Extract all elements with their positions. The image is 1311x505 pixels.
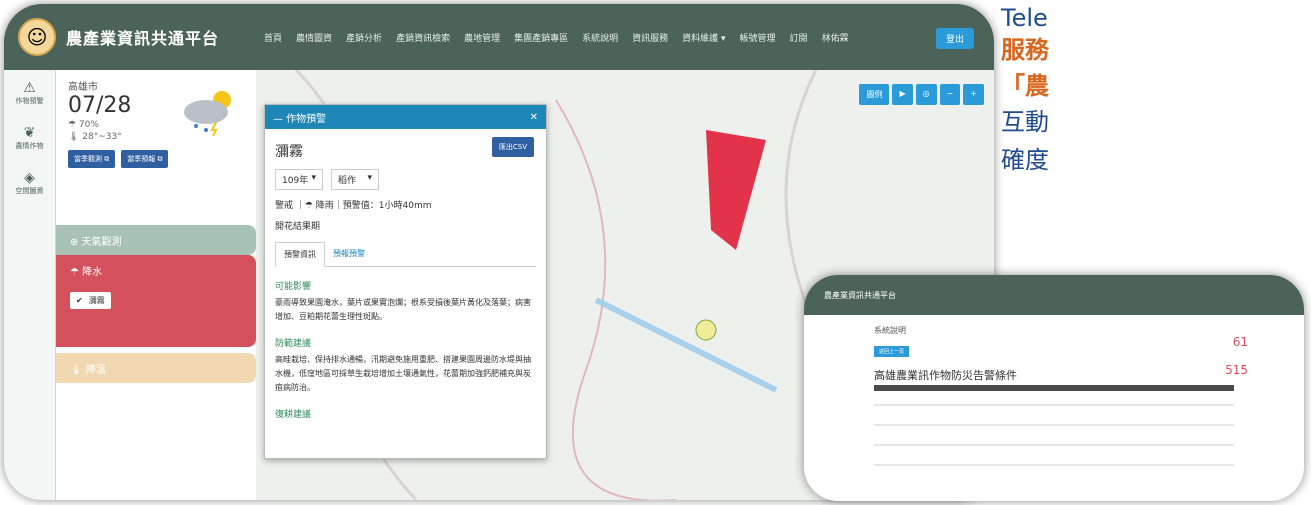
headline-line4: 互動 <box>1001 108 1049 136</box>
back-button[interactable]: 返回上一頁 <box>874 346 910 357</box>
left-sidebar: ⚠ 作物預警 ❦ 農情作物 ◈ 空間圖資 <box>4 70 56 500</box>
play-button[interactable]: ▶ <box>892 84 913 105</box>
app-title[interactable]: 農產業資訊共通平台 <box>66 25 219 49</box>
chevron-down-icon: ▾ <box>367 173 372 183</box>
warning-icon: ⚠ <box>23 79 36 96</box>
secondary-screenshot: 農產業資訊共通平台 系統說明 返回上一頁 高雄農業訊作物防災告警條件 61 51… <box>804 275 1304 501</box>
popup-tabs: 預警資訊 預報預警 <box>275 242 536 267</box>
popup-header: — 作物預警 ✕ <box>265 105 546 129</box>
recover-title: 復耕建議 <box>275 410 312 420</box>
crop-icon: ❦ <box>23 124 36 141</box>
document-table-preview <box>874 385 1234 466</box>
accordion-observe[interactable]: ⊕ 天氣觀測 <box>56 225 256 255</box>
weather-panel: 高雄市 07/28 ☂ 70% 🌡 28°~33° 當季觀測 ⧉ 當季預報 ⧉ … <box>56 70 256 500</box>
zoom-in-button[interactable]: + <box>963 84 984 105</box>
accordion-rain[interactable]: ☂ 降水 ✔ 瀰霧 <box>56 255 256 347</box>
stat-number-2: 515 <box>1225 363 1248 377</box>
nav-subscribe[interactable]: 訂閱 <box>783 31 815 44</box>
tab-warning-info[interactable]: 預警資訊 <box>275 242 325 267</box>
nav-help[interactable]: 系統說明 <box>575 31 625 44</box>
year-value: 109年 <box>282 176 309 186</box>
zoom-out-button[interactable]: − <box>939 84 961 105</box>
impact-title: 可能影響 <box>275 282 312 292</box>
headline-line5: 確度 <box>1001 146 1049 174</box>
headline-line1: Tele <box>1001 4 1048 32</box>
sidebar-item-label: 農情作物 <box>15 141 44 150</box>
forecast-button[interactable]: 當季預報 ⧉ <box>121 150 169 168</box>
headline-text: Tele 服務 「農 互動 確度 <box>998 0 1311 240</box>
prevent-text: 高畦栽培、保持排水通暢，汛期避免施用重肥、搭建果園周邊防水堤與抽水機，低窪地區可… <box>275 355 531 392</box>
sidebar-item-label: 作物預警 <box>15 96 44 105</box>
top-navbar: ☺ 農產業資訊共通平台 首頁 農情圖資 產銷分析 產銷資訊檢索 農地管理 集團產… <box>4 4 994 70</box>
sidebar-item-warning[interactable]: ⚠ 作物預警 <box>4 70 55 115</box>
nav-home[interactable]: 首頁 <box>257 31 289 44</box>
layers-icon: ◈ <box>24 169 35 186</box>
popup-header-title: — 作物預警 <box>273 113 327 125</box>
headline-line2: 服務 <box>1001 36 1049 64</box>
crop-warning-popup: — 作物預警 ✕ 匯出CSV 瀰霧 109年 ▾ 稻作 ▾ 警戒 ｜☂ 降雨｜預警值… <box>264 104 547 459</box>
rain-item-checkbox[interactable]: ✔ 瀰霧 <box>70 292 111 309</box>
cloud-sun-rain-icon <box>184 91 231 136</box>
sidebar-item-crop[interactable]: ❦ 農情作物 <box>4 115 55 160</box>
nav-search[interactable]: 產銷資訊檢索 <box>389 31 457 44</box>
sidebar-item-label: 空間圖資 <box>15 186 44 195</box>
year-select[interactable]: 109年 ▾ <box>275 169 323 190</box>
warning-condition: 警戒 ｜☂ 降雨｜預警值：1小時40mm <box>275 201 432 211</box>
stat-number-1: 61 <box>1232 335 1248 349</box>
close-icon[interactable]: ✕ <box>530 112 538 123</box>
observe-button[interactable]: 當季觀測 ⧉ <box>68 150 116 168</box>
logout-button[interactable]: 登出 <box>935 28 974 49</box>
nav-service[interactable]: 資訊服務 <box>625 31 675 44</box>
nav-land[interactable]: 農地管理 <box>457 31 507 44</box>
sidebar-item-layers[interactable]: ◈ 空間圖資 <box>4 160 55 205</box>
locate-button[interactable]: ◎ <box>915 84 937 105</box>
nav-user[interactable]: 林佑霖 <box>815 31 856 44</box>
rain-item-label: 瀰霧 <box>88 296 105 305</box>
main-nav: 首頁 農情圖資 產銷分析 產銷資訊檢索 農地管理 集團產銷專區 系統說明 資訊服… <box>257 31 856 44</box>
accordion-temp[interactable]: 🌡 降溫 <box>56 353 256 383</box>
nav-analysis[interactable]: 產銷分析 <box>339 31 389 44</box>
tab-forecast-warning[interactable]: 預報預警 <box>325 242 373 266</box>
nav-group[interactable]: 集團產銷專區 <box>507 31 575 44</box>
popup-body: 瀰霧 109年 ▾ 稻作 ▾ 警戒 ｜☂ 降雨｜預警值：1小時40mm 開花結果期 … <box>265 129 546 428</box>
crop-value: 稻作 <box>338 176 357 186</box>
growth-stage: 開花結果期 <box>275 222 321 232</box>
nav-data-maintenance[interactable]: 資料維護 ▾ <box>675 31 732 44</box>
legend-button[interactable]: 圖例 <box>859 84 890 105</box>
nav-account[interactable]: 帳號管理 <box>733 31 783 44</box>
weather-card: 高雄市 07/28 ☂ 70% 🌡 28°~33° 當季觀測 ⧉ 當季預報 ⧉ <box>56 70 256 225</box>
prevent-title: 防範建議 <box>275 339 312 349</box>
chevron-down-icon: ▾ <box>311 173 316 183</box>
secondary-app-title: 農產業資訊共通平台 <box>824 290 896 300</box>
nav-crop-maps[interactable]: 農情圖資 <box>289 31 339 44</box>
check-icon: ✔ <box>76 296 83 305</box>
mascot-logo-icon[interactable]: ☺ <box>18 18 56 56</box>
impact-text: 豪雨導致果園淹水，葉片或果實泡爛；根系受損後葉片黃化及落葉；病害增加、豆粕期花蕾… <box>275 298 531 321</box>
accordion-rain-label: ☂ 降水 <box>70 267 103 278</box>
headline-line3: 「農 <box>1001 72 1049 100</box>
crop-select[interactable]: 稻作 ▾ <box>331 169 379 190</box>
export-csv-button[interactable]: 匯出CSV <box>491 137 534 157</box>
secondary-topbar: 農產業資訊共通平台 <box>804 275 1304 315</box>
map-toolbar: 圖例 ▶ ◎ − + <box>859 84 984 105</box>
